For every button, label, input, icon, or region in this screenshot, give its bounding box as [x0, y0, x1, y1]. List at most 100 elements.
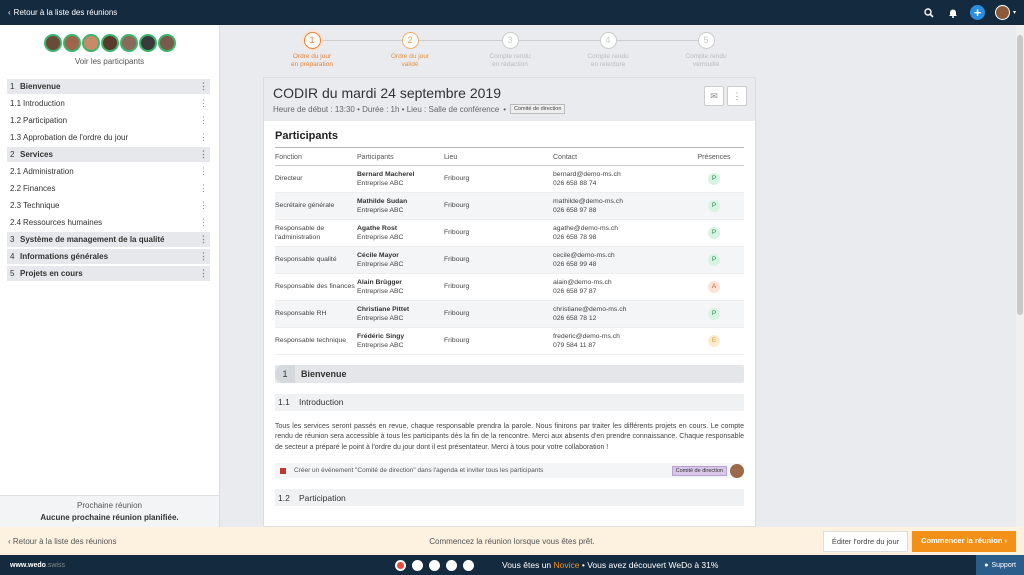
- more-vertical-icon[interactable]: ⋮: [199, 200, 210, 211]
- participant-avatar[interactable]: [138, 34, 157, 52]
- participant-name[interactable]: Christiane Pittet: [357, 305, 444, 314]
- more-vertical-icon[interactable]: ⋮: [199, 132, 210, 143]
- contact-email[interactable]: christiane@demo-ms.ch: [553, 305, 684, 314]
- agenda-item[interactable]: 1.1 Introduction ⋮: [7, 96, 210, 111]
- presence-badge[interactable]: P: [708, 199, 720, 212]
- agenda-item-label: Finances: [23, 184, 56, 193]
- table-row: Responsable des finances Alain Brügger Ent…: [275, 273, 744, 301]
- cell-lieu: Fribourg: [444, 165, 553, 193]
- back-to-meetings-link[interactable]: ‹ Retour à la liste des réunions: [8, 8, 117, 17]
- contact-phone: 026 658 88 74: [553, 179, 597, 187]
- mail-button[interactable]: ✉: [704, 86, 724, 106]
- presence-badge[interactable]: P: [708, 253, 720, 266]
- see-participants-link[interactable]: Voir les participants: [0, 57, 219, 66]
- agenda-item[interactable]: 5 Projets en cours ⋮: [7, 266, 210, 281]
- participants-title: Participants: [275, 130, 744, 148]
- agenda-item[interactable]: 2 Services ⋮: [7, 147, 210, 162]
- progress-dot-4[interactable]: [446, 559, 457, 571]
- meeting-header: CODIR du mardi 24 septembre 2019 Heure d…: [264, 78, 755, 121]
- agenda-item[interactable]: 2.4 Ressources humaines ⋮: [7, 215, 210, 230]
- participant-name[interactable]: Agathe Rost: [357, 224, 444, 233]
- cell-participant: Agathe Rost Entreprise ABC: [357, 219, 444, 247]
- agenda-item[interactable]: 1.2 Participation ⋮: [7, 113, 210, 128]
- agenda-item[interactable]: 3 Système de management de la qualité ⋮: [7, 232, 210, 247]
- participant-name[interactable]: Bernard Macherel: [357, 170, 444, 179]
- progress-dot-2[interactable]: [412, 559, 423, 571]
- participant-name[interactable]: Frédéric Singy: [357, 332, 444, 341]
- agenda-item-number: 5: [10, 269, 15, 278]
- table-row: Responsable qualité Cécile Mayor Entrepris…: [275, 246, 744, 274]
- subsection-participation[interactable]: 1.2 Participation: [275, 489, 744, 506]
- more-vertical-icon[interactable]: ⋮: [199, 183, 210, 194]
- more-vertical-icon[interactable]: ⋮: [199, 98, 210, 109]
- participant-avatar[interactable]: [100, 34, 119, 52]
- task-assignee-avatar: [730, 463, 744, 478]
- contact-email[interactable]: frederic@demo-ms.ch: [553, 332, 684, 341]
- agenda-item[interactable]: 4 Informations générales ⋮: [7, 249, 210, 264]
- contact-email[interactable]: alain@demo-ms.ch: [553, 278, 684, 287]
- participant-avatar[interactable]: [62, 34, 81, 52]
- step-2: 2 Ordre du jour validé: [375, 30, 445, 69]
- contact-phone: 026 658 78 98: [553, 233, 597, 241]
- more-vertical-icon[interactable]: ⋮: [199, 217, 210, 228]
- agenda-item[interactable]: 1 Bienvenue ⋮: [7, 79, 210, 94]
- agenda-item[interactable]: 2.3 Technique ⋮: [7, 198, 210, 213]
- section-bienvenue[interactable]: 1 Bienvenue: [275, 364, 744, 383]
- search-icon[interactable]: [922, 6, 936, 20]
- bottom-back-link[interactable]: ‹ Retour à la liste des réunions: [8, 537, 117, 546]
- participant-avatars[interactable]: [0, 34, 219, 52]
- bell-icon[interactable]: [946, 6, 960, 20]
- contact-email[interactable]: cecile@demo-ms.ch: [553, 251, 684, 260]
- step-1: 1 Ordre du jour en préparation: [277, 30, 347, 69]
- agenda-item-number: 2.4: [10, 218, 22, 227]
- presence-badge[interactable]: A: [708, 280, 720, 293]
- scrollbar-thumb[interactable]: [1017, 35, 1023, 315]
- more-vertical-icon[interactable]: ⋮: [199, 234, 210, 245]
- bottom-back-label: Retour à la liste des réunions: [12, 536, 117, 546]
- agenda-list: 1 Bienvenue ⋮ 1.1 Introduction ⋮ 1.2 Participat…: [0, 79, 219, 281]
- more-vertical-icon[interactable]: ⋮: [199, 166, 210, 177]
- start-meeting-button[interactable]: Commencer la réunion ›: [912, 530, 1016, 552]
- subsection-introduction[interactable]: 1.1 Introduction: [275, 393, 744, 411]
- agenda-item[interactable]: 2.1 Administration ⋮: [7, 164, 210, 179]
- participant-name[interactable]: Cécile Mayor: [357, 251, 444, 260]
- support-button[interactable]: ● Support: [976, 555, 1024, 575]
- task-item[interactable]: Créer un événement "Comité de direction"…: [275, 463, 744, 478]
- more-vertical-icon[interactable]: ⋮: [199, 251, 210, 262]
- agenda-item-number: 2.2: [10, 184, 22, 193]
- more-vertical-icon[interactable]: ⋮: [199, 81, 210, 92]
- page-scrollbar[interactable]: [1016, 25, 1024, 527]
- participant-name[interactable]: Mathilde Sudan: [357, 197, 444, 206]
- more-vertical-icon[interactable]: ⋮: [199, 115, 210, 126]
- presence-badge[interactable]: P: [708, 226, 720, 239]
- chevron-down-icon[interactable]: ▾: [1013, 9, 1016, 16]
- agenda-item-label: Technique: [23, 201, 60, 210]
- participant-name[interactable]: Alain Brügger: [357, 278, 444, 287]
- chevron-left-icon: ‹: [8, 8, 11, 17]
- more-vertical-icon[interactable]: ⋮: [199, 149, 210, 160]
- participant-avatar[interactable]: [81, 34, 100, 52]
- agenda-item-label: Approbation de l'ordre du jour: [23, 133, 129, 142]
- presence-badge[interactable]: E: [708, 334, 720, 347]
- participant-avatar[interactable]: [157, 34, 176, 52]
- participant-avatar[interactable]: [43, 34, 62, 52]
- more-vertical-icon[interactable]: ⋮: [199, 268, 210, 279]
- contact-email[interactable]: mathilde@demo-ms.ch: [553, 197, 684, 206]
- next-meeting-title: Prochaine réunion: [77, 501, 142, 510]
- agenda-item[interactable]: 2.2 Finances ⋮: [7, 181, 210, 196]
- presence-badge[interactable]: P: [708, 307, 720, 320]
- presence-badge[interactable]: P: [708, 172, 720, 185]
- participant-avatar[interactable]: [119, 34, 138, 52]
- cell-lieu: Fribourg: [444, 219, 553, 247]
- agenda-item[interactable]: 1.3 Approbation de l'ordre du jour ⋮: [7, 130, 210, 145]
- contact-email[interactable]: agathe@demo-ms.ch: [553, 224, 684, 233]
- edit-agenda-button[interactable]: Éditer l'ordre du jour: [822, 530, 909, 552]
- user-avatar[interactable]: [994, 5, 1010, 20]
- progress-dot-1[interactable]: [395, 559, 406, 571]
- progress-dot-5[interactable]: [463, 559, 474, 571]
- progress-dot-3[interactable]: [429, 559, 440, 571]
- contact-email[interactable]: bernard@demo-ms.ch: [553, 170, 684, 179]
- more-options-button[interactable]: ⋮: [727, 86, 747, 106]
- top-bar: ‹ Retour à la liste des réunions + ▾: [0, 0, 1024, 25]
- add-button[interactable]: +: [969, 5, 985, 20]
